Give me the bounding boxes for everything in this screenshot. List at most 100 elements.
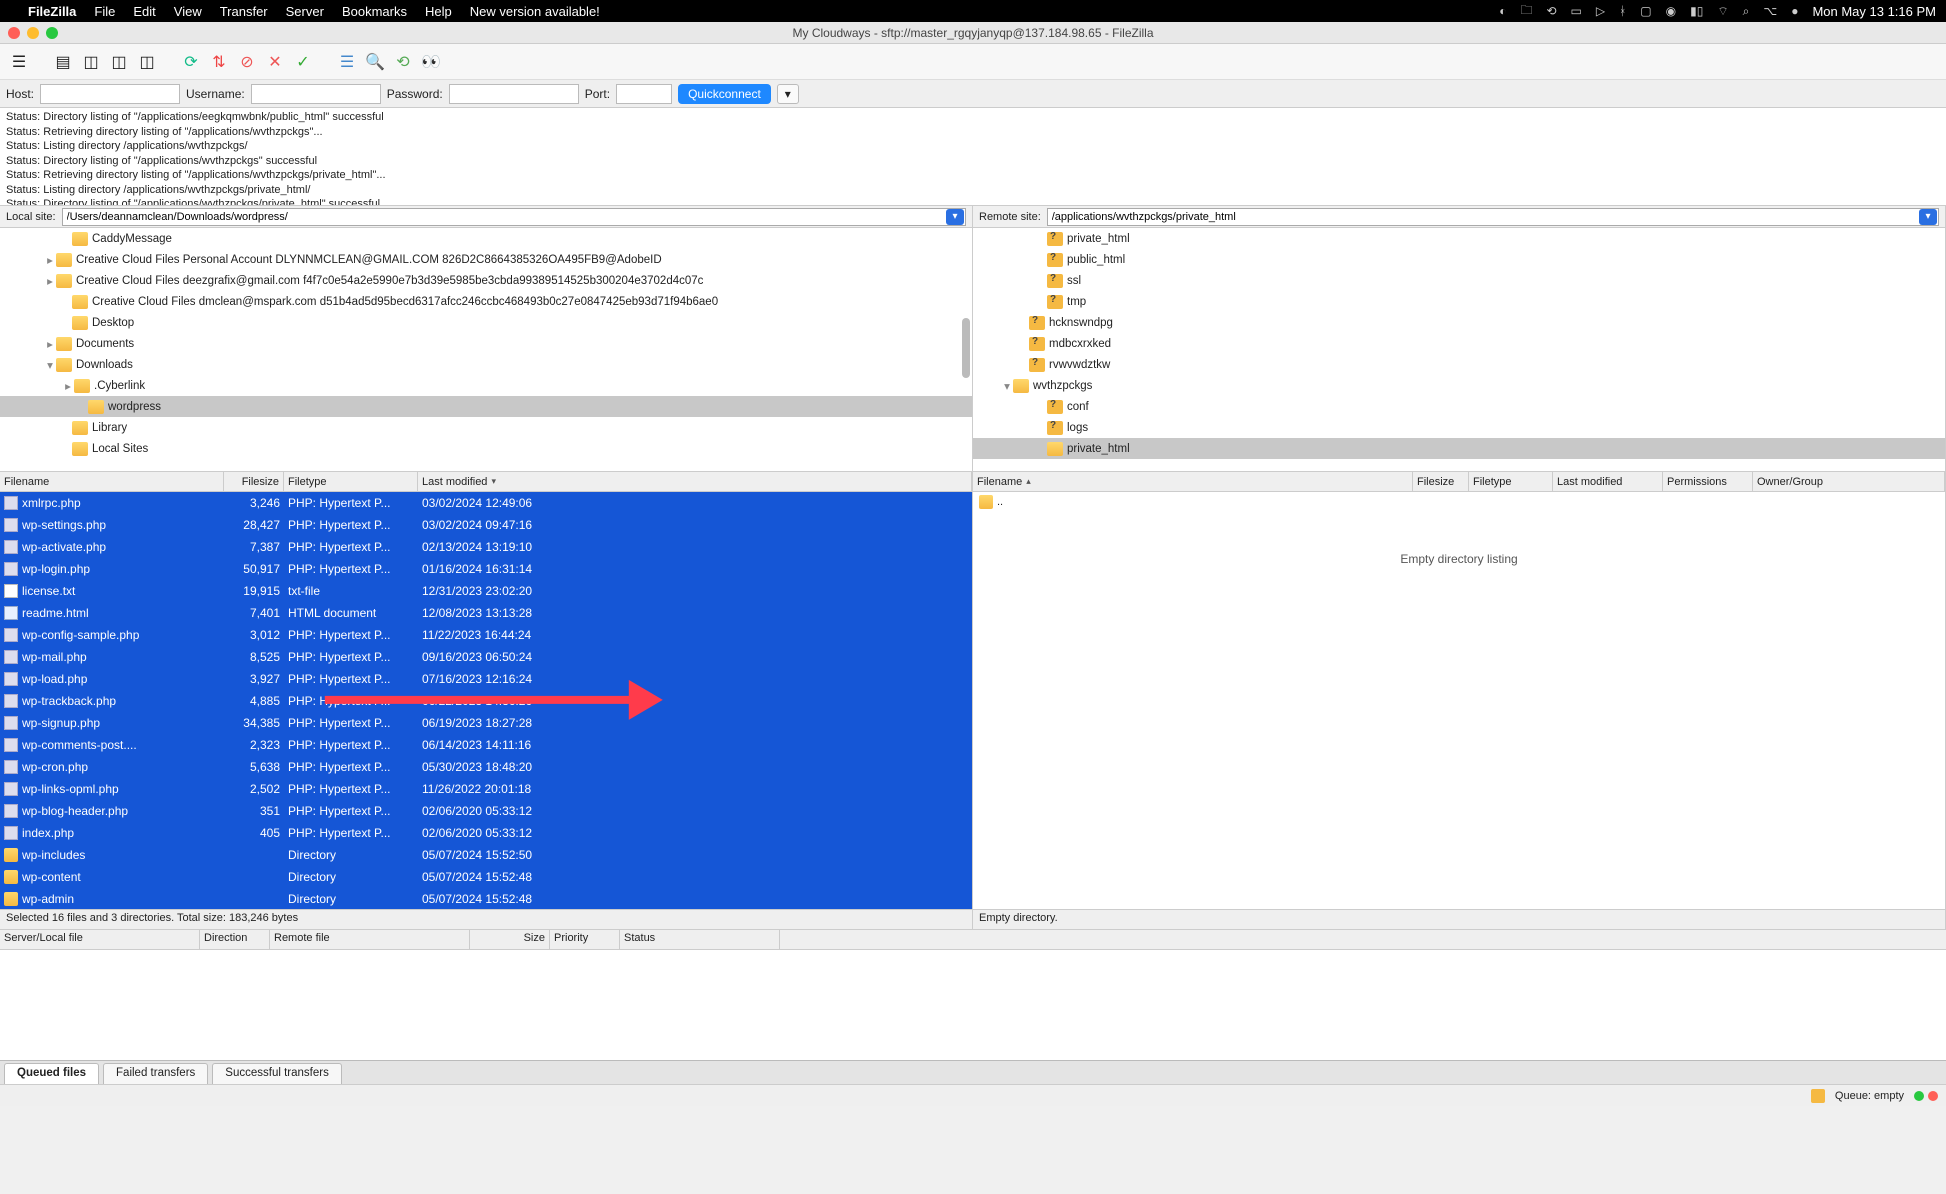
- q-col-remote[interactable]: Remote file: [270, 930, 470, 949]
- tab-successful[interactable]: Successful transfers: [212, 1063, 342, 1084]
- tree-node[interactable]: Library: [0, 417, 972, 438]
- filter-icon[interactable]: ☰: [336, 51, 358, 73]
- menu-edit[interactable]: Edit: [133, 4, 155, 19]
- queue-header[interactable]: Server/Local file Direction Remote file …: [0, 930, 1946, 950]
- port-input[interactable]: [616, 84, 672, 104]
- toggle-remotetree-icon[interactable]: ◫: [108, 51, 130, 73]
- tree-node[interactable]: Desktop: [0, 312, 972, 333]
- tree-node[interactable]: ▸.Cyberlink: [0, 375, 972, 396]
- menu-newversion[interactable]: New version available!: [470, 4, 600, 19]
- file-row[interactable]: wp-login.php50,917PHP: Hypertext P...01/…: [0, 558, 972, 580]
- tree-node[interactable]: Local Sites: [0, 438, 972, 459]
- twist-icon[interactable]: ▸: [44, 337, 56, 351]
- quickconnect-dropdown[interactable]: ▾: [777, 84, 799, 104]
- reconnect-icon[interactable]: ✓: [292, 51, 314, 73]
- bluetooth-icon[interactable]: ᚼ: [1619, 4, 1626, 18]
- remote-site-dropdown[interactable]: ▾: [1919, 209, 1937, 225]
- tree-node[interactable]: private_html: [973, 228, 1945, 249]
- toggle-queue-icon[interactable]: ◫: [136, 51, 158, 73]
- file-row[interactable]: wp-settings.php28,427PHP: Hypertext P...…: [0, 514, 972, 536]
- sync-browse-icon[interactable]: ⟲: [392, 51, 414, 73]
- tree-node[interactable]: mdbcxrxked: [973, 333, 1945, 354]
- file-row[interactable]: wp-config-sample.php3,012PHP: Hypertext …: [0, 624, 972, 646]
- col-filename[interactable]: Filename: [0, 472, 224, 491]
- q-col-size[interactable]: Size: [470, 930, 550, 949]
- file-row[interactable]: license.txt19,915txt-file12/31/2023 23:0…: [0, 580, 972, 602]
- tree-node[interactable]: ▸Creative Cloud Files Personal Account D…: [0, 249, 972, 270]
- twist-icon[interactable]: ▸: [44, 253, 56, 267]
- tree-node[interactable]: public_html: [973, 249, 1945, 270]
- remote-file-header[interactable]: Filename▴ Filesize Filetype Last modifie…: [973, 472, 1945, 492]
- host-input[interactable]: [40, 84, 180, 104]
- menu-file[interactable]: File: [94, 4, 115, 19]
- col-r-lastmod[interactable]: Last modified: [1553, 472, 1663, 491]
- q-col-priority[interactable]: Priority: [550, 930, 620, 949]
- col-r-filetype[interactable]: Filetype: [1469, 472, 1553, 491]
- tree-node[interactable]: ▾wvthzpckgs: [973, 375, 1945, 396]
- password-input[interactable]: [449, 84, 579, 104]
- file-row[interactable]: wp-cron.php5,638PHP: Hypertext P...05/30…: [0, 756, 972, 778]
- local-site-dropdown[interactable]: ▾: [946, 209, 964, 225]
- tree-node[interactable]: ▾Downloads: [0, 354, 972, 375]
- twist-icon[interactable]: ▸: [44, 274, 56, 288]
- twist-icon[interactable]: ▾: [1001, 379, 1013, 393]
- tree-node[interactable]: tmp: [973, 291, 1945, 312]
- col-r-filesize[interactable]: Filesize: [1413, 472, 1469, 491]
- file-row[interactable]: readme.html7,401HTML document12/08/2023 …: [0, 602, 972, 624]
- clock[interactable]: Mon May 13 1:16 PM: [1812, 4, 1936, 19]
- tree-node[interactable]: wordpress: [0, 396, 972, 417]
- menu-transfer[interactable]: Transfer: [220, 4, 268, 19]
- display-icon[interactable]: ▢: [1640, 4, 1651, 18]
- tab-queued[interactable]: Queued files: [4, 1063, 99, 1084]
- remote-tree[interactable]: private_htmlpublic_htmlssltmphcknswndpgm…: [973, 228, 1946, 471]
- tree-node[interactable]: ▸Documents: [0, 333, 972, 354]
- disconnect-icon[interactable]: ✕: [264, 51, 286, 73]
- cancel-icon[interactable]: ⊘: [236, 51, 258, 73]
- folder-icon[interactable]: 🗀: [1520, 1, 1532, 22]
- tree-node[interactable]: private_html: [973, 438, 1945, 459]
- file-row[interactable]: wp-signup.php34,385PHP: Hypertext P...06…: [0, 712, 972, 734]
- file-row[interactable]: wp-links-opml.php2,502PHP: Hypertext P..…: [0, 778, 972, 800]
- tree-node[interactable]: conf: [973, 396, 1945, 417]
- parent-dir-row[interactable]: ..: [973, 492, 1945, 512]
- file-row[interactable]: wp-comments-post....2,323PHP: Hypertext …: [0, 734, 972, 756]
- play-icon[interactable]: ▷: [1596, 4, 1605, 18]
- wifi-icon[interactable]: ⌔: [1717, 4, 1728, 19]
- siri-icon[interactable]: ●: [1791, 4, 1798, 18]
- queue-body[interactable]: [0, 950, 1946, 1060]
- sync-icon[interactable]: ⟲: [1546, 4, 1556, 18]
- col-r-owner[interactable]: Owner/Group: [1753, 472, 1945, 491]
- scrollbar-thumb[interactable]: [962, 318, 970, 378]
- process-queue-icon[interactable]: ⇅: [208, 51, 230, 73]
- remote-site-input[interactable]: [1048, 211, 1919, 223]
- search-icon[interactable]: 🔍: [364, 51, 386, 73]
- local-site-input[interactable]: [63, 211, 946, 223]
- cast-icon[interactable]: ▭: [1571, 4, 1582, 18]
- file-row[interactable]: wp-includesDirectory05/07/2024 15:52:50: [0, 844, 972, 866]
- lock-icon[interactable]: [1811, 1089, 1825, 1103]
- username-input[interactable]: [251, 84, 381, 104]
- tree-node[interactable]: ssl: [973, 270, 1945, 291]
- message-log[interactable]: Status: Directory listing of "/applicati…: [0, 108, 1946, 206]
- toggle-localtree-icon[interactable]: ◫: [80, 51, 102, 73]
- search-icon[interactable]: ⌕: [1743, 4, 1750, 19]
- file-row[interactable]: wp-adminDirectory05/07/2024 15:52:48: [0, 888, 972, 909]
- file-row[interactable]: wp-contentDirectory05/07/2024 15:52:48: [0, 866, 972, 888]
- file-row[interactable]: wp-trackback.php4,885PHP: Hypertext P...…: [0, 690, 972, 712]
- file-row[interactable]: wp-load.php3,927PHP: Hypertext P...07/16…: [0, 668, 972, 690]
- tree-node[interactable]: hcknswndpg: [973, 312, 1945, 333]
- tab-failed[interactable]: Failed transfers: [103, 1063, 208, 1084]
- q-col-server[interactable]: Server/Local file: [0, 930, 200, 949]
- twist-icon[interactable]: ▸: [62, 379, 74, 393]
- toggle-log-icon[interactable]: ▤: [52, 51, 74, 73]
- menu-view[interactable]: View: [174, 4, 202, 19]
- binoculars-icon[interactable]: 👀: [420, 51, 442, 73]
- menu-server[interactable]: Server: [286, 4, 324, 19]
- file-row[interactable]: wp-mail.php8,525PHP: Hypertext P...09/16…: [0, 646, 972, 668]
- status-icon[interactable]: ◐: [1499, 4, 1506, 18]
- local-file-list[interactable]: xmlrpc.php3,246PHP: Hypertext P...03/02/…: [0, 492, 972, 909]
- col-r-filename[interactable]: Filename▴: [973, 472, 1413, 491]
- menu-help[interactable]: Help: [425, 4, 452, 19]
- battery-icon[interactable]: ▮▯: [1690, 4, 1703, 18]
- col-lastmod[interactable]: Last modified▾: [418, 472, 972, 491]
